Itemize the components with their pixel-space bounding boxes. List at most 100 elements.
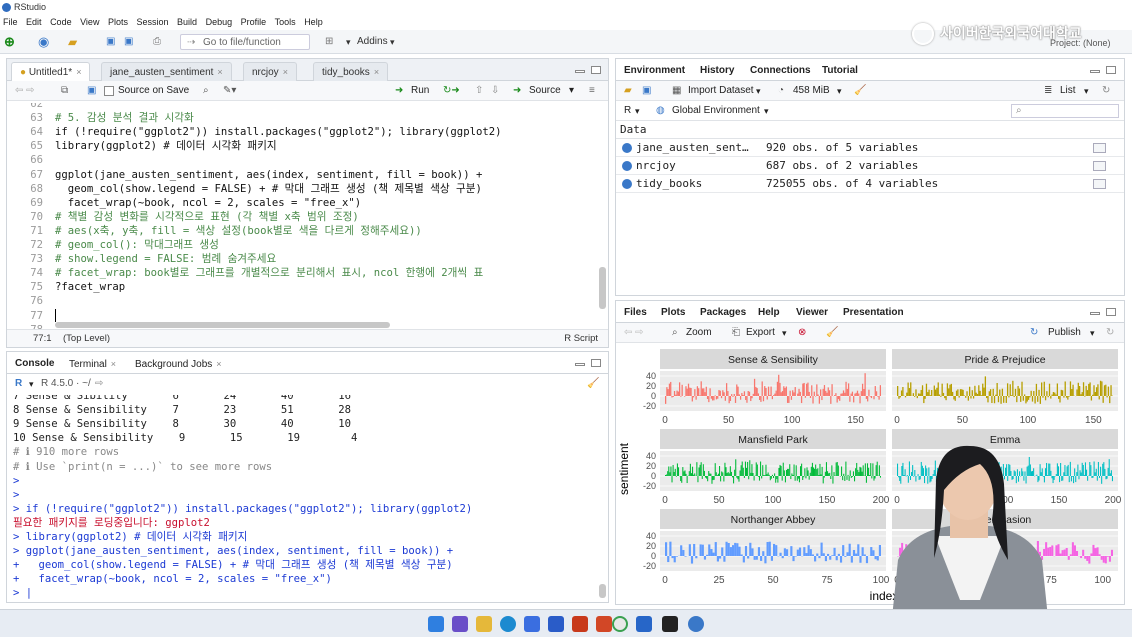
source-on-save-checkbox[interactable]: [104, 86, 114, 96]
tab-untitled1[interactable]: ● Untitled1* ×: [11, 62, 91, 81]
start-icon[interactable]: [428, 616, 444, 632]
tab-packages[interactable]: Packages: [700, 305, 746, 321]
powerpoint-icon[interactable]: [596, 616, 612, 632]
chrome-icon[interactable]: [612, 616, 628, 632]
source-button[interactable]: Source: [529, 81, 561, 101]
console-output[interactable]: 7 Sense & Sibility 6 24 40 16 8 Sense & S…: [7, 395, 602, 600]
broom-icon[interactable]: 🧹: [854, 81, 866, 101]
back-icon[interactable]: ⇦ ⇨: [15, 81, 35, 101]
tab-nrcjoy[interactable]: nrcjoy ×: [243, 62, 297, 81]
menu-code[interactable]: Code: [47, 15, 75, 29]
rerun-icon[interactable]: ↻➜: [443, 81, 460, 101]
menu-debug[interactable]: Debug: [203, 15, 236, 29]
prev-plot-icon[interactable]: ⇦ ⇨: [624, 323, 644, 343]
show-in-window-icon[interactable]: ⧉: [61, 81, 68, 101]
expand-dataset-icon[interactable]: [622, 161, 632, 171]
outline-icon[interactable]: ≡: [589, 81, 595, 101]
tab-console[interactable]: Console: [15, 356, 54, 372]
open-folder-icon[interactable]: ▰: [68, 34, 86, 50]
refresh-plot-icon[interactable]: ↻: [1106, 323, 1114, 343]
expand-dataset-icon[interactable]: [622, 143, 632, 153]
tab-viewer[interactable]: Viewer: [796, 305, 828, 321]
goto-file-input[interactable]: Go to file/function: [180, 34, 310, 51]
tab-presentation[interactable]: Presentation: [843, 305, 904, 321]
console-minimize-icon[interactable]: [575, 363, 585, 366]
minimize-icon[interactable]: [575, 70, 585, 73]
menu-session[interactable]: Session: [134, 15, 172, 29]
up-icon[interactable]: ⇧: [475, 81, 483, 101]
access-icon[interactable]: [572, 616, 588, 632]
clear-plots-icon[interactable]: 🧹: [826, 323, 838, 343]
project-menu[interactable]: Project: (None): [1050, 38, 1111, 48]
menu-view[interactable]: View: [77, 15, 102, 29]
zoom-button[interactable]: Zoom: [686, 323, 712, 343]
search-icon[interactable]: ⌕: [203, 81, 209, 101]
clear-console-icon[interactable]: 🧹: [587, 374, 599, 394]
env-minimize-icon[interactable]: [1090, 70, 1100, 73]
refresh-icon[interactable]: ↻: [1102, 81, 1110, 101]
list-view-selector[interactable]: List: [1060, 81, 1076, 101]
save-all-icon[interactable]: ▣: [124, 34, 136, 50]
tab-tidy-books[interactable]: tidy_books ×: [313, 62, 389, 81]
view-table-icon[interactable]: [1093, 143, 1106, 153]
remove-plot-icon[interactable]: ⊗: [798, 323, 806, 343]
copilot-icon[interactable]: [452, 616, 468, 632]
save-workspace-icon[interactable]: ▣: [642, 81, 651, 101]
new-file-icon[interactable]: ⊕: [4, 34, 18, 50]
goto-dir-icon[interactable]: ⇨: [95, 374, 103, 394]
tab-files[interactable]: Files: [624, 305, 647, 321]
edge-icon[interactable]: [500, 616, 516, 632]
language-selector[interactable]: R: [624, 101, 631, 121]
tab-tutorial[interactable]: Tutorial: [822, 63, 858, 79]
file-explorer-icon[interactable]: [476, 616, 492, 632]
maximize-icon[interactable]: [591, 66, 601, 74]
expand-dataset-icon[interactable]: [622, 179, 632, 189]
menu-edit[interactable]: Edit: [23, 15, 45, 29]
env-maximize-icon[interactable]: [1106, 66, 1116, 74]
magic-wand-icon[interactable]: ✎▾: [223, 81, 236, 101]
file-type-selector[interactable]: R Script: [564, 330, 598, 348]
source-dropdown-icon[interactable]: ▾: [569, 81, 574, 101]
publish-button[interactable]: Publish: [1048, 323, 1081, 343]
save-doc-icon[interactable]: ▣: [87, 81, 96, 101]
global-environment-selector[interactable]: Global Environment: [672, 101, 760, 121]
env-row[interactable]: jane_austen_sent… 920 obs. of 5 variables: [616, 139, 1124, 157]
console-scrollbar[interactable]: [599, 584, 606, 598]
menu-plots[interactable]: Plots: [105, 15, 131, 29]
import-dataset-button[interactable]: Import Dataset: [688, 81, 754, 101]
files-minimize-icon[interactable]: [1090, 312, 1100, 315]
export-button[interactable]: Export: [746, 323, 775, 343]
tab-help[interactable]: Help: [758, 305, 780, 321]
view-table-icon[interactable]: [1093, 179, 1106, 189]
down-icon[interactable]: ⇩: [491, 81, 499, 101]
menu-help[interactable]: Help: [301, 15, 326, 29]
menu-profile[interactable]: Profile: [238, 15, 270, 29]
env-row[interactable]: tidy_books 725055 obs. of 4 variables: [616, 175, 1124, 193]
word-icon[interactable]: [636, 616, 652, 632]
menu-tools[interactable]: Tools: [272, 15, 299, 29]
tab-plots[interactable]: Plots: [661, 305, 685, 321]
tab-history[interactable]: History: [700, 63, 734, 79]
run-button[interactable]: Run: [411, 81, 429, 101]
print-icon[interactable]: ⎙: [153, 34, 167, 50]
rstudio-taskbar-icon[interactable]: [688, 616, 704, 632]
tab-jane-austen-sentiment[interactable]: jane_austen_sentiment ×: [101, 62, 232, 81]
tab-background-jobs[interactable]: Background Jobs ×: [135, 356, 222, 373]
files-maximize-icon[interactable]: [1106, 308, 1116, 316]
store-icon[interactable]: [524, 616, 540, 632]
console-maximize-icon[interactable]: [591, 359, 601, 367]
view-table-icon[interactable]: [1093, 161, 1106, 171]
scope-selector[interactable]: (Top Level): [63, 330, 110, 348]
code-area[interactable]: 62 63 # 5. 감성 분석 결과 시각화 64 if (!require("ggp…: [7, 103, 602, 329]
new-project-icon[interactable]: ◉: [38, 34, 56, 50]
terminal-icon[interactable]: [662, 616, 678, 632]
menu-build[interactable]: Build: [174, 15, 200, 29]
outlook-icon[interactable]: [548, 616, 564, 632]
grid-layout-icon[interactable]: ⊞: [325, 34, 339, 50]
tab-connections[interactable]: Connections: [750, 63, 811, 79]
memory-usage[interactable]: 458 MiB: [793, 81, 830, 101]
menu-file[interactable]: File: [0, 15, 21, 29]
save-icon[interactable]: ▣: [106, 34, 118, 50]
env-row[interactable]: nrcjoy 687 obs. of 2 variables: [616, 157, 1124, 175]
vertical-scrollbar[interactable]: [599, 267, 606, 309]
